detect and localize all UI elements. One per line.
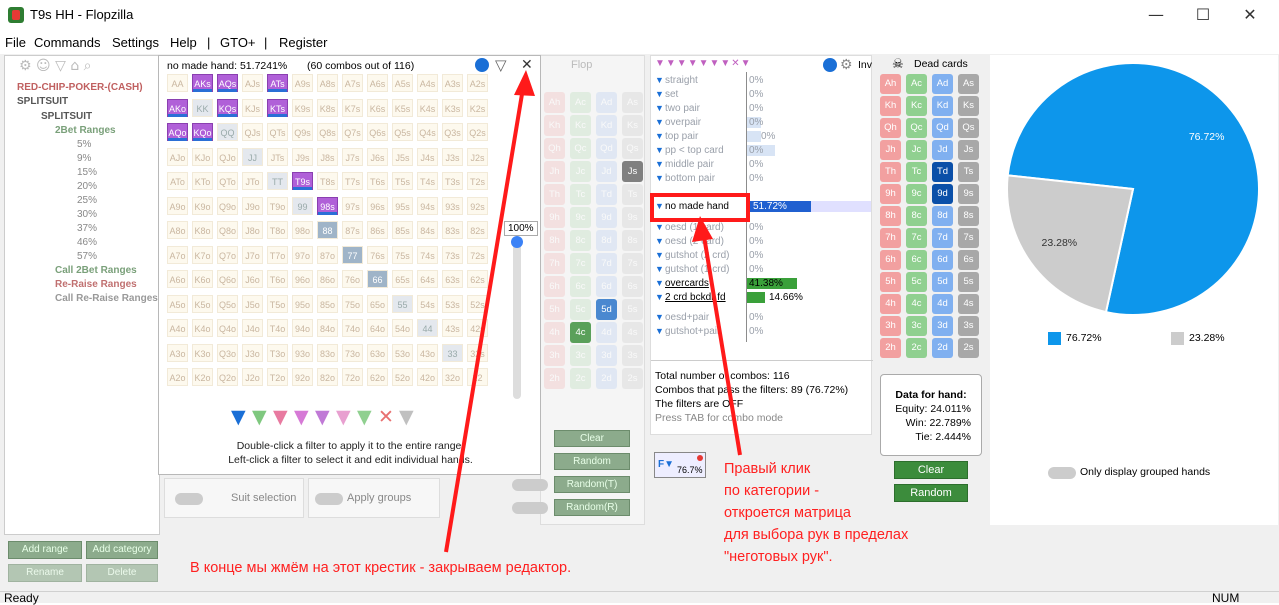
annotation-bottom: В конце мы жмём на этот крестик - закрыв…	[190, 560, 572, 576]
annotation-arrowhead	[514, 70, 535, 96]
annotation-overlay	[444, 70, 750, 553]
annotation-line: "неготовых рук".	[724, 549, 833, 565]
status-bar: Ready NUM	[0, 591, 1279, 605]
annotation-arrow	[701, 229, 742, 456]
annotation-line: для выбора рук в пределах	[724, 527, 909, 543]
annotation-line: по категории -	[724, 483, 820, 499]
annotation-line: откроется матрица	[724, 505, 851, 521]
status-num: NUM	[1212, 591, 1240, 605]
annotation-arrow	[444, 81, 526, 553]
annotation-line: Правый клик	[724, 461, 811, 477]
status-text: Ready	[4, 591, 39, 605]
